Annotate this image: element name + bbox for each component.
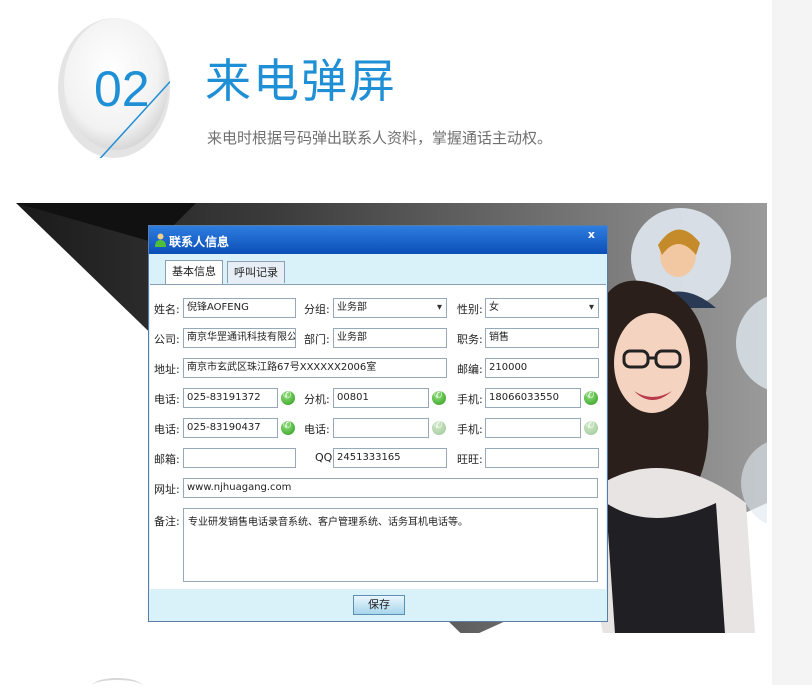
- dialog-title: 联系人信息: [169, 235, 230, 249]
- section-number-badge: 02: [58, 18, 170, 158]
- mobile2-field[interactable]: [485, 418, 581, 438]
- position-field[interactable]: 销售: [485, 328, 599, 348]
- position-label: 职务:: [457, 333, 483, 346]
- phone-call-icon[interactable]: ✆: [281, 390, 295, 405]
- name-field[interactable]: 倪锋AOFENG: [183, 298, 296, 318]
- contact-info-dialog: 联系人信息 x 基本信息 呼叫记录 姓名: 倪锋AOFENG 分组: 业务部 性…: [148, 225, 608, 622]
- phone-call-icon[interactable]: ✆: [584, 420, 598, 435]
- company-label: 公司:: [154, 333, 180, 346]
- dept-label: 部门:: [304, 333, 330, 346]
- section-number: 02: [94, 61, 150, 117]
- website-field[interactable]: www.njhuagang.com: [183, 478, 598, 498]
- mobile1-field[interactable]: 18066033550: [485, 388, 581, 408]
- wangwang-field[interactable]: [485, 448, 599, 468]
- group-label: 分组:: [304, 303, 330, 316]
- note-textarea[interactable]: 专业研发销售电话录音系统、客户管理系统、话务耳机电话等。: [183, 508, 598, 582]
- phone-call-icon[interactable]: ✆: [432, 420, 446, 435]
- group-value: 业务部: [337, 302, 367, 313]
- phone-call-icon[interactable]: ✆: [432, 390, 446, 405]
- tab-basic-info[interactable]: 基本信息: [165, 260, 223, 284]
- gender-select[interactable]: 女: [485, 298, 599, 318]
- zip-label: 邮编:: [457, 363, 483, 376]
- ext-label: 分机:: [304, 393, 330, 406]
- email-field[interactable]: [183, 448, 296, 468]
- gender-label: 性别:: [457, 303, 483, 316]
- address-field[interactable]: 南京市玄武区珠江路67号XXXXXX2006室: [183, 358, 447, 378]
- ext-field[interactable]: 00801: [333, 388, 429, 408]
- phone1-label: 电话:: [154, 393, 180, 406]
- wangwang-label: 旺旺:: [457, 453, 483, 466]
- page-side-strip: [772, 0, 812, 685]
- mobile2-label: 手机:: [457, 423, 483, 436]
- gender-value: 女: [489, 302, 499, 313]
- phone3-label: 电话:: [304, 423, 330, 436]
- name-label: 姓名:: [154, 303, 180, 316]
- basic-info-panel: 姓名: 倪锋AOFENG 分组: 业务部 性别: 女 公司: 南京华罡通讯科技有…: [150, 284, 606, 591]
- email-label: 邮箱:: [154, 453, 180, 466]
- zip-field[interactable]: 210000: [485, 358, 599, 378]
- phone3-field[interactable]: [333, 418, 429, 438]
- dialog-tabs: 基本信息 呼叫记录: [149, 254, 607, 284]
- website-label: 网址:: [154, 483, 180, 496]
- address-label: 地址:: [154, 363, 180, 376]
- close-button[interactable]: x: [588, 228, 595, 241]
- dialog-titlebar[interactable]: 联系人信息 x: [149, 226, 607, 254]
- note-label: 备注:: [154, 515, 180, 528]
- phone1-field[interactable]: 025-83191372: [183, 388, 278, 408]
- person-icon: [155, 233, 166, 247]
- phone2-field[interactable]: 025-83190437: [183, 418, 278, 438]
- next-section-badge: [92, 678, 142, 694]
- mobile1-label: 手机:: [457, 393, 483, 406]
- dept-field[interactable]: 业务部: [333, 328, 447, 348]
- qq-field[interactable]: 2451333165: [333, 448, 447, 468]
- page-title: 来电弹屏: [205, 54, 397, 108]
- save-button[interactable]: 保存: [353, 595, 405, 615]
- phone-call-icon[interactable]: ✆: [281, 420, 295, 435]
- company-field[interactable]: 南京华罡通讯科技有限公司: [183, 328, 296, 348]
- phone2-label: 电话:: [154, 423, 180, 436]
- dialog-footer: 保存: [149, 589, 607, 621]
- phone-call-icon[interactable]: ✆: [584, 390, 598, 405]
- tab-call-records[interactable]: 呼叫记录: [227, 261, 285, 283]
- group-select[interactable]: 业务部: [333, 298, 447, 318]
- page-subtitle: 来电时根据号码弹出联系人资料，掌握通话主动权。: [207, 129, 553, 147]
